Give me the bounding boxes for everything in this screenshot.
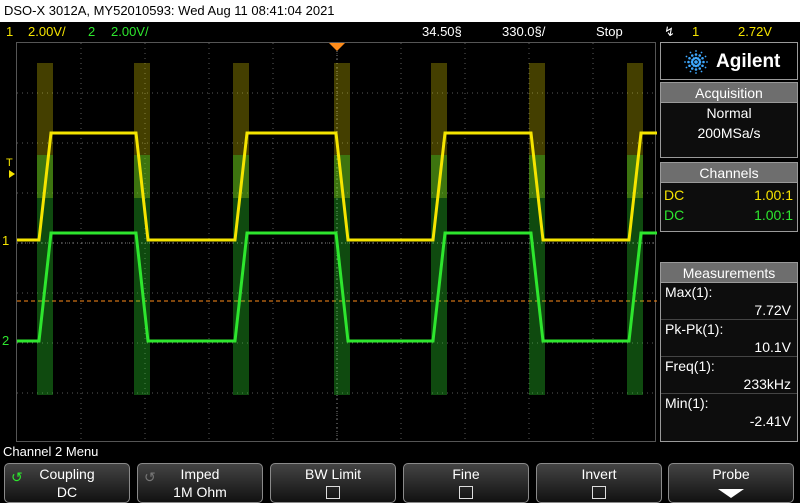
bw-limit-softkey[interactable]: BW Limit xyxy=(270,463,396,503)
ch2-ground-marker[interactable]: 2 xyxy=(2,334,9,348)
measurement-value: -2.41V xyxy=(749,413,791,429)
channel-row: DC 1.00:1 xyxy=(661,185,797,205)
title-bar: DSO-X 3012A, MY52010593: Wed Aug 11 08:4… xyxy=(0,0,800,22)
menu-title: Channel 2 Menu xyxy=(3,444,99,459)
trigger-edge-icon: ↯ xyxy=(664,24,675,39)
waveform-display[interactable] xyxy=(16,42,657,443)
measurement-value: 233kHz xyxy=(661,375,797,394)
softkey-bar: ↺ Coupling DC ↺ Imped 1M Ohm BW Limit Fi… xyxy=(0,461,800,503)
softkey-value: DC xyxy=(56,484,78,500)
trigger-level[interactable]: 2.72V xyxy=(738,22,772,42)
ch1-marker-label: 1 xyxy=(2,233,10,248)
trigger-source[interactable]: 1 xyxy=(692,22,699,42)
acquisition-header: Acquisition xyxy=(661,83,797,103)
ch2-scale[interactable]: 2.00V/ xyxy=(111,22,149,42)
ch1-ground-marker[interactable]: 1 xyxy=(2,234,9,248)
channel-coupling: DC xyxy=(664,187,685,203)
softkey-label: Invert xyxy=(581,466,617,482)
channel-coupling: DC xyxy=(664,207,685,223)
softkey-label: BW Limit xyxy=(305,466,361,482)
trigger-position-icon xyxy=(329,43,345,51)
run-state[interactable]: Stop xyxy=(596,22,623,42)
measurement-name: Freq(1): xyxy=(665,358,715,374)
ch2-marker-label: 2 xyxy=(2,333,10,348)
timebase-position[interactable]: 34.50§ xyxy=(422,22,462,42)
channel-row: DC 1.00:1 xyxy=(661,205,797,225)
brand-name: Agilent xyxy=(716,51,781,72)
channels-panel[interactable]: Channels DC 1.00:1 DC 1.00:1 xyxy=(660,162,798,232)
waveform-canvas xyxy=(17,43,657,443)
softkey-value: 1M Ohm xyxy=(173,484,227,500)
measurement-name: Max(1): xyxy=(665,284,713,300)
acquisition-panel[interactable]: Acquisition Normal 200MSa/s xyxy=(660,82,798,158)
status-bar: 1 2.00V/ 2 2.00V/ 34.50§ 330.0§/ Stop ↯ … xyxy=(0,22,800,42)
measurement-value: 10.1V xyxy=(661,338,797,357)
acquisition-mode: Normal xyxy=(706,105,752,121)
knob-icon: ↺ xyxy=(144,469,156,485)
measurement-name: Min(1): xyxy=(665,395,709,411)
softkey-label: Coupling xyxy=(39,466,95,482)
title-text: DSO-X 3012A, MY52010593: Wed Aug 11 08:4… xyxy=(4,3,335,18)
agilent-spark-icon xyxy=(684,50,708,74)
acquisition-rate: 200MSa/s xyxy=(697,125,761,141)
impedance-softkey[interactable]: ↺ Imped 1M Ohm xyxy=(137,463,263,503)
knob-icon: ↺ xyxy=(11,469,23,485)
timebase-scale[interactable]: 330.0§/ xyxy=(502,22,545,42)
checkbox-icon xyxy=(459,486,473,499)
softkey-label: Imped xyxy=(180,466,220,482)
trigger-level-arrow-icon xyxy=(9,170,15,178)
ch1-number[interactable]: 1 xyxy=(6,22,13,42)
trigger-marker-label: T xyxy=(6,157,13,169)
probe-softkey[interactable]: Probe xyxy=(668,463,794,503)
measurement-value: 7.72V xyxy=(661,301,797,320)
ch1-scale[interactable]: 2.00V/ xyxy=(28,22,66,42)
softkey-label: Probe xyxy=(712,466,750,482)
checkbox-icon xyxy=(592,486,606,499)
ch2-number[interactable]: 2 xyxy=(88,22,95,42)
checkbox-icon xyxy=(326,486,340,499)
measurements-panel[interactable]: Measurements Max(1): 7.72V Pk-Pk(1): 10.… xyxy=(660,262,798,442)
brand-logo: Agilent xyxy=(660,42,798,80)
coupling-softkey[interactable]: ↺ Coupling DC xyxy=(4,463,130,503)
invert-softkey[interactable]: Invert xyxy=(536,463,662,503)
info-sidebar: Agilent Acquisition Normal 200MSa/s Chan… xyxy=(660,42,800,442)
fine-softkey[interactable]: Fine xyxy=(403,463,529,503)
channel-probe: 1.00:1 xyxy=(754,207,793,223)
channel-probe: 1.00:1 xyxy=(754,187,793,203)
trigger-level-marker[interactable]: T xyxy=(6,157,13,169)
measurements-header: Measurements xyxy=(661,263,797,283)
measurement-name: Pk-Pk(1): xyxy=(665,321,724,337)
softkey-label: Fine xyxy=(452,466,480,482)
down-arrow-icon xyxy=(718,489,744,498)
channels-header: Channels xyxy=(661,163,797,183)
